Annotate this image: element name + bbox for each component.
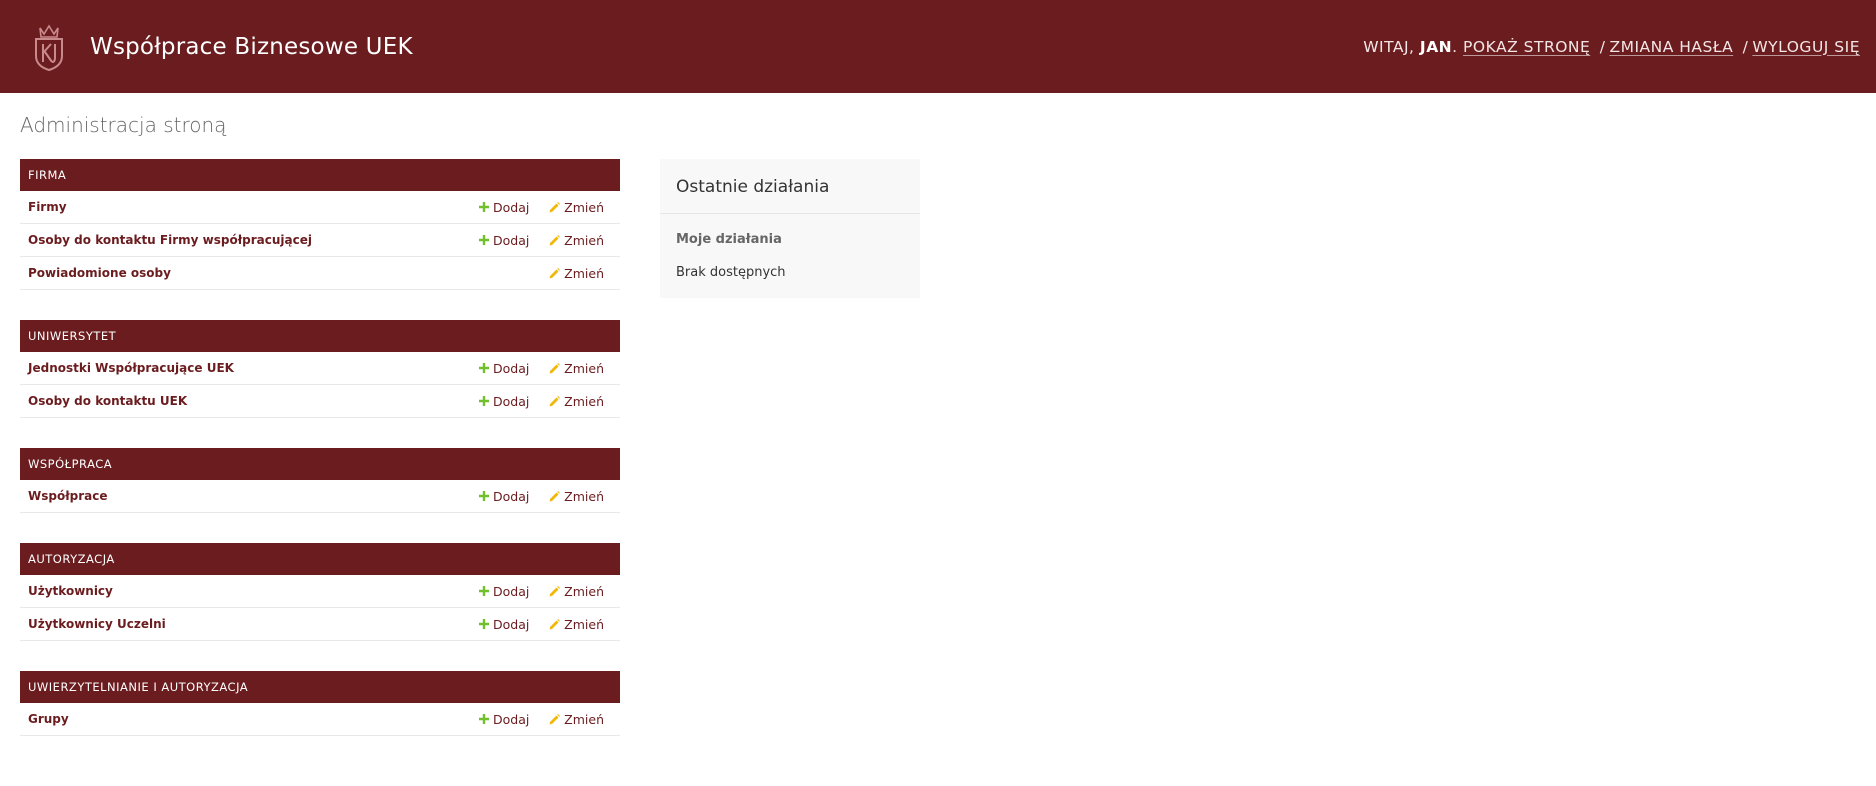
model-row: Osoby do kontaktu UEK Dodaj Zmień	[20, 385, 620, 418]
module: Współpraca Współprace Dodaj Zmień	[20, 448, 620, 513]
change-link[interactable]: Zmień	[549, 265, 604, 281]
model-row: Grupy Dodaj Zmień	[20, 703, 620, 736]
add-label: Dodaj	[493, 199, 530, 215]
model-row: Współprace Dodaj Zmień	[20, 480, 620, 513]
plus-icon	[479, 586, 489, 596]
pencil-icon	[549, 267, 561, 279]
add-link[interactable]: Dodaj	[479, 361, 552, 376]
header: Współprace Biznesowe UEK Witaj, Jan. Pok…	[0, 0, 1876, 93]
model-row: Użytkownicy Dodaj Zmień	[20, 575, 620, 608]
add-label: Dodaj	[493, 616, 530, 632]
change-label: Zmień	[564, 711, 604, 727]
add-label: Dodaj	[493, 393, 530, 409]
welcome-text: Witaj,	[1363, 37, 1415, 56]
plus-icon	[479, 235, 489, 245]
model-row: Jednostki Współpracujące UEK Dodaj Zmień	[20, 352, 620, 385]
plus-icon	[479, 202, 489, 212]
change-link[interactable]: Zmień	[549, 393, 604, 409]
change-label: Zmień	[564, 265, 604, 281]
add-link[interactable]: Dodaj	[479, 712, 552, 727]
model-link[interactable]: Użytkownicy Uczelni	[28, 617, 479, 631]
pencil-icon	[549, 362, 561, 374]
model-link[interactable]: Firmy	[28, 200, 479, 214]
change-link[interactable]: Zmień	[549, 360, 604, 376]
pencil-icon	[549, 395, 561, 407]
uek-crest-icon[interactable]	[30, 21, 68, 73]
view-site-link[interactable]: Pokaż stronę	[1463, 38, 1590, 56]
content: Administracja stroną Firma Firmy Dodaj Zmie…	[0, 93, 1876, 786]
model-link[interactable]: Osoby do kontaktu UEK	[28, 394, 479, 408]
pencil-icon	[549, 201, 561, 213]
module: Firma Firmy Dodaj Zmień Osoby do kontaktu Fi…	[20, 159, 620, 290]
change-label: Zmień	[564, 360, 604, 376]
no-actions-text: Brak dostępnych	[676, 265, 786, 280]
add-label: Dodaj	[493, 488, 530, 504]
username: Jan	[1419, 37, 1453, 56]
change-label: Zmień	[564, 232, 604, 248]
model-row: Osoby do kontaktu Firmy współpracującej D…	[20, 224, 620, 257]
pencil-icon	[549, 490, 561, 502]
model-link[interactable]: Osoby do kontaktu Firmy współpracującej	[28, 233, 479, 247]
pencil-icon	[549, 234, 561, 246]
change-link[interactable]: Zmień	[549, 616, 604, 632]
add-label: Dodaj	[493, 583, 530, 599]
user-tools: Witaj, Jan. Pokaż stronę / Zmiana hasła /…	[1363, 37, 1860, 56]
change-label: Zmień	[564, 393, 604, 409]
module: Uniwersytet Jednostki Współpracujące UEK D…	[20, 320, 620, 418]
add-link[interactable]: Dodaj	[479, 394, 552, 409]
plus-icon	[479, 363, 489, 373]
change-password-link[interactable]: Zmiana hasła	[1609, 38, 1733, 56]
separator: /	[1742, 37, 1749, 56]
model-link[interactable]: Jednostki Współpracujące UEK	[28, 361, 479, 375]
change-link[interactable]: Zmień	[549, 232, 604, 248]
change-link[interactable]: Zmień	[549, 711, 604, 727]
change-label: Zmień	[564, 488, 604, 504]
module: Uwierzytelnianie i autoryzacja Grupy Dodaj…	[20, 671, 620, 736]
recent-actions-panel: Ostatnie działania Moje działania Brak d…	[660, 159, 920, 298]
model-link[interactable]: Grupy	[28, 712, 479, 726]
add-label: Dodaj	[493, 232, 530, 248]
recent-actions-title: Ostatnie działania	[660, 159, 920, 214]
branding: Współprace Biznesowe UEK	[30, 21, 413, 73]
module-caption[interactable]: Uwierzytelnianie i autoryzacja	[20, 671, 620, 703]
separator: /	[1599, 37, 1606, 56]
model-link[interactable]: Współprace	[28, 489, 479, 503]
plus-icon	[479, 714, 489, 724]
logout-link[interactable]: Wyloguj się	[1752, 38, 1860, 56]
module-caption[interactable]: Uniwersytet	[20, 320, 620, 352]
module-caption[interactable]: Współpraca	[20, 448, 620, 480]
change-link[interactable]: Zmień	[549, 488, 604, 504]
model-link[interactable]: Użytkownicy	[28, 584, 479, 598]
add-link[interactable]: Dodaj	[479, 617, 552, 632]
module: Autoryzacja Użytkownicy Dodaj Zmień Użytkown…	[20, 543, 620, 641]
change-link[interactable]: Zmień	[549, 199, 604, 215]
plus-icon	[479, 619, 489, 629]
page-title: Administracja stroną	[20, 113, 227, 137]
add-link[interactable]: Dodaj	[479, 584, 552, 599]
app-list: Firma Firmy Dodaj Zmień Osoby do kontaktu Fi…	[20, 159, 620, 766]
model-row: Powiadomione osoby Zmień	[20, 257, 620, 290]
module-caption[interactable]: Firma	[20, 159, 620, 191]
change-link[interactable]: Zmień	[549, 583, 604, 599]
change-label: Zmień	[564, 583, 604, 599]
pencil-icon	[549, 618, 561, 630]
add-link[interactable]: Dodaj	[479, 489, 552, 504]
model-row: Firmy Dodaj Zmień	[20, 191, 620, 224]
change-label: Zmień	[564, 199, 604, 215]
change-label: Zmień	[564, 616, 604, 632]
add-link[interactable]: Dodaj	[479, 200, 552, 215]
plus-icon	[479, 491, 489, 501]
module-caption[interactable]: Autoryzacja	[20, 543, 620, 575]
model-link[interactable]: Powiadomione osoby	[28, 266, 479, 280]
add-label: Dodaj	[493, 360, 530, 376]
pencil-icon	[549, 585, 561, 597]
model-row: Użytkownicy Uczelni Dodaj Zmień	[20, 608, 620, 641]
site-title[interactable]: Współprace Biznesowe UEK	[90, 34, 413, 60]
pencil-icon	[549, 713, 561, 725]
add-label: Dodaj	[493, 711, 530, 727]
plus-icon	[479, 396, 489, 406]
add-link[interactable]: Dodaj	[479, 233, 552, 248]
my-actions-heading: Moje działania	[676, 232, 782, 247]
